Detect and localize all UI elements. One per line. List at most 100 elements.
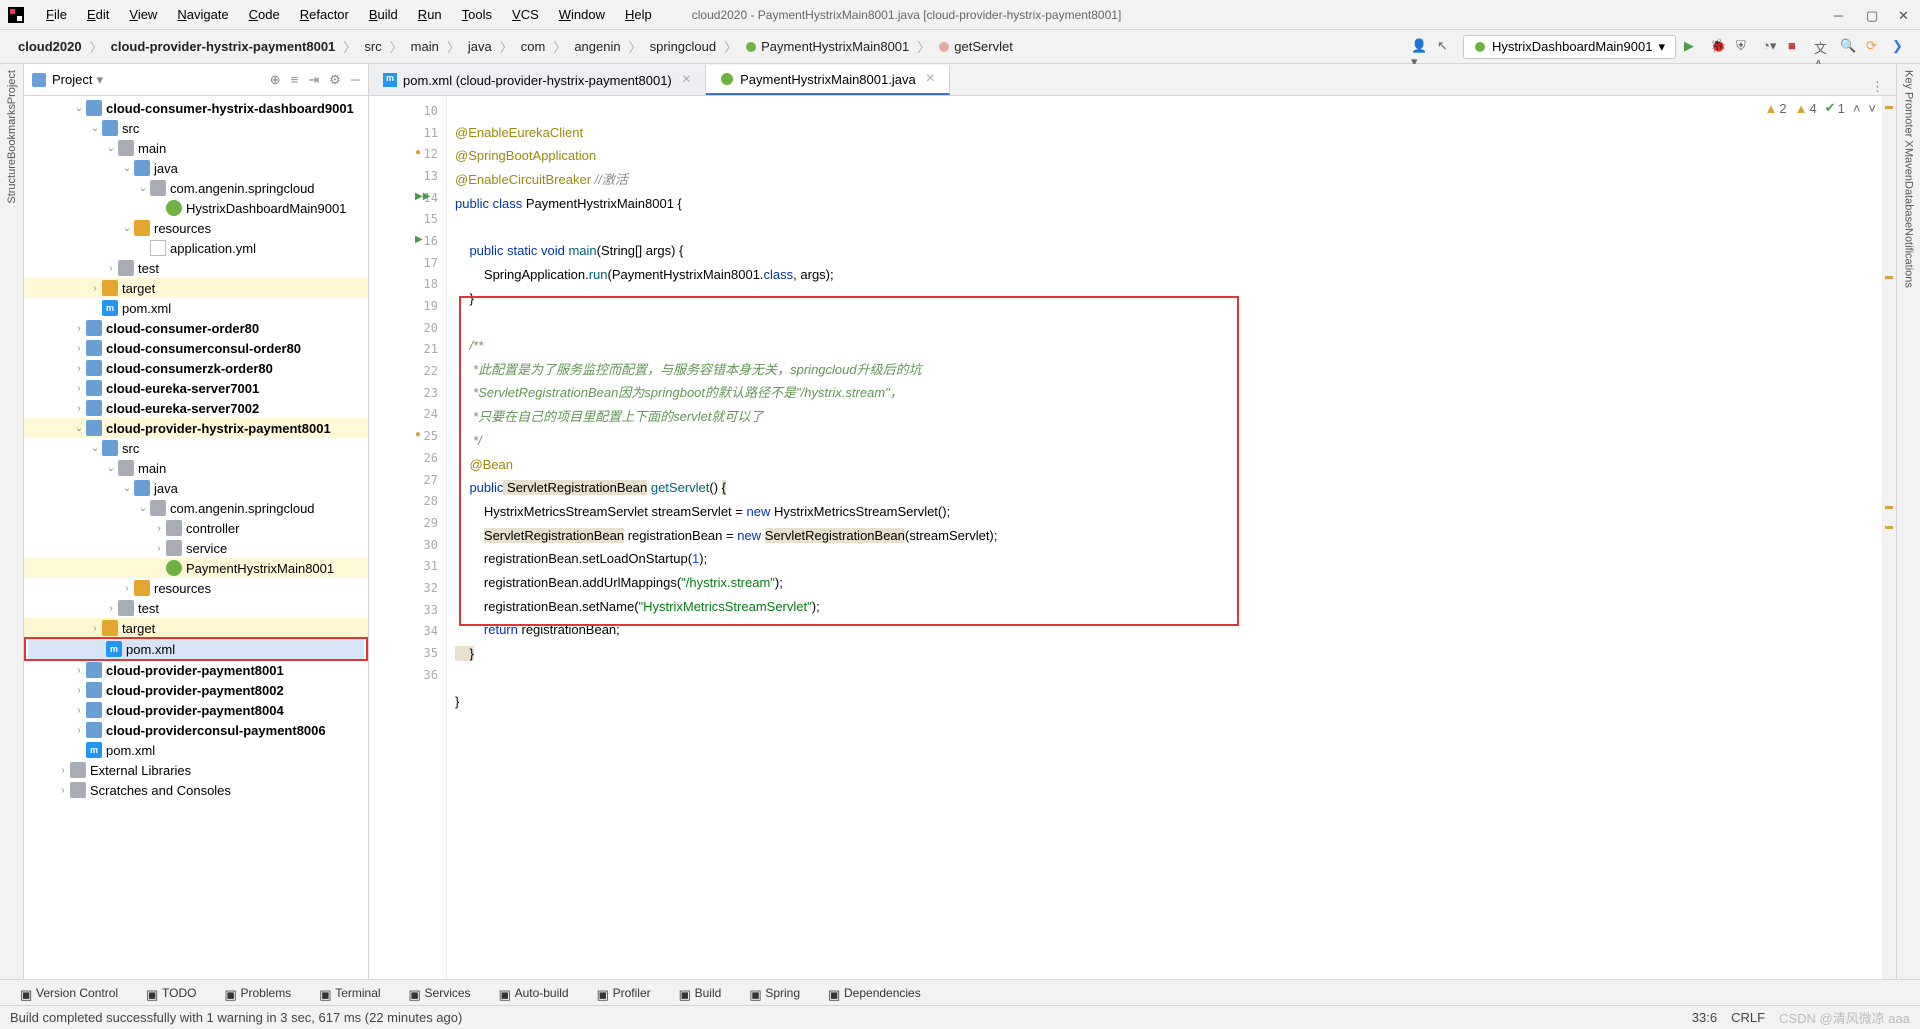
gutter-line[interactable]: 24 [369,404,446,426]
sync-icon[interactable]: ⟳ [1866,38,1884,56]
gutter-marker-icon[interactable]: ● [415,429,429,443]
gutter-line[interactable]: 22 [369,360,446,382]
gutter-line[interactable]: 29 [369,512,446,534]
gutter-line[interactable]: 23 [369,382,446,404]
tree-item[interactable]: ›External Libraries [24,760,368,780]
user-icon[interactable]: 👤▾ [1411,38,1429,56]
more-icon[interactable]: ❯ [1892,38,1910,56]
menu-tools[interactable]: Tools [452,3,502,26]
tree-item[interactable]: ›cloud-provider-payment8004 [24,700,368,720]
editor-tab[interactable]: mpom.xml (cloud-provider-hystrix-payment… [369,65,706,95]
tree-item[interactable]: ›target [24,278,368,298]
tree-expander-icon[interactable]: › [72,665,86,676]
tree-expander-icon[interactable]: ⌄ [104,463,118,474]
tabs-more-icon[interactable]: ⋮ [1859,79,1896,95]
code-editor[interactable]: @EnableEurekaClient @SpringBootApplicati… [447,96,1882,979]
tree-item[interactable]: ⌄src [24,438,368,458]
tree-expander-icon[interactable]: › [104,603,118,614]
tree-item[interactable]: ⌄com.angenin.springcloud [24,498,368,518]
tree-expander-icon[interactable]: › [72,383,86,394]
translate-icon[interactable]: 文A [1814,38,1832,56]
tree-item[interactable]: ›test [24,258,368,278]
tree-item[interactable]: ⌄java [24,158,368,178]
gutter-line[interactable]: 27 [369,469,446,491]
run-class-icon[interactable]: ▶▶ [415,191,429,205]
breadcrumb-item[interactable]: java [460,37,500,56]
chevron-down-icon[interactable]: ▾ [96,72,103,88]
caret-position[interactable]: 33:6 [1692,1010,1717,1025]
menu-help[interactable]: Help [615,3,662,26]
gutter-line[interactable]: 19 [369,295,446,317]
menu-file[interactable]: File [36,3,77,26]
breadcrumb-item[interactable]: cloud-provider-hystrix-payment8001 [103,37,344,56]
menu-vcs[interactable]: VCS [502,3,549,26]
tab-close-icon[interactable]: × [926,70,935,88]
tree-item[interactable]: ›cloud-consumer-order80 [24,318,368,338]
tree-item[interactable]: ⌄java [24,478,368,498]
gutter-line[interactable]: 28 [369,490,446,512]
up-icon[interactable]: ˄ [1853,101,1861,116]
tree-item[interactable]: PaymentHystrixMain8001 [24,558,368,578]
tree-item[interactable]: ›cloud-provider-payment8002 [24,680,368,700]
gutter-line[interactable]: 21 [369,339,446,361]
menu-build[interactable]: Build [359,3,408,26]
gutter-line[interactable]: 11 [369,122,446,144]
tree-item[interactable]: ›controller [24,518,368,538]
tree-item[interactable]: ⌄main [24,458,368,478]
debug-button[interactable]: 🐞 [1710,38,1728,56]
tree-expander-icon[interactable]: › [72,403,86,414]
menu-edit[interactable]: Edit [77,3,119,26]
down-icon[interactable]: ˅ [1868,101,1876,116]
gutter-line[interactable]: 17 [369,252,446,274]
gutter-line[interactable]: 36 [369,664,446,686]
coverage-button[interactable]: ⛨ [1736,38,1754,56]
gutter-line[interactable]: 12● [369,143,446,165]
tool-window-button[interactable]: ▣Spring [739,984,810,1002]
gutter-line[interactable]: 25● [369,425,446,447]
tool-window-button[interactable]: ▣Problems [215,984,302,1002]
close-button[interactable]: ✕ [1898,8,1912,22]
tool-window-button[interactable]: ▣Version Control [10,984,128,1002]
gutter-line[interactable]: 33 [369,599,446,621]
tree-item[interactable]: ⌄cloud-provider-hystrix-payment8001 [24,418,368,438]
tree-expander-icon[interactable]: › [72,343,86,354]
tree-item[interactable]: ›cloud-consumerconsul-order80 [24,338,368,358]
tree-item[interactable]: ›cloud-providerconsul-payment8006 [24,720,368,740]
breadcrumb-item[interactable]: cloud2020 [10,37,90,56]
tool-window-button[interactable]: ▣TODO [136,984,206,1002]
tool-window-button[interactable]: ▣Auto-build [489,984,579,1002]
gear-icon[interactable]: ⚙ [329,72,341,88]
editor-scrollbar[interactable] [1882,96,1896,979]
gutter-line[interactable]: 26 [369,447,446,469]
tree-item[interactable]: ⌄resources [24,218,368,238]
search-icon[interactable]: 🔍 [1840,38,1858,56]
menu-run[interactable]: Run [408,3,452,26]
gutter-line[interactable]: 16▶ [369,230,446,252]
rail-button[interactable]: Notifications [1903,228,1915,288]
editor-tab[interactable]: PaymentHystrixMain8001.java× [706,65,950,95]
tree-expander-icon[interactable]: › [72,685,86,696]
tree-expander-icon[interactable]: › [56,765,70,776]
gutter-line[interactable]: 31 [369,555,446,577]
tree-item[interactable]: ›resources [24,578,368,598]
tree-expander-icon[interactable]: › [104,263,118,274]
expand-all-icon[interactable]: ≡ [291,72,299,88]
tab-close-icon[interactable]: × [682,71,691,89]
tree-item[interactable]: HystrixDashboardMain9001 [24,198,368,218]
tree-item[interactable]: ›cloud-consumerzk-order80 [24,358,368,378]
menu-view[interactable]: View [119,3,167,26]
gutter-line[interactable]: 18 [369,274,446,296]
tree-expander-icon[interactable]: ⌄ [120,483,134,494]
tool-window-button[interactable]: ▣Profiler [587,984,661,1002]
tree-item[interactable]: ⌄com.angenin.springcloud [24,178,368,198]
line-separator[interactable]: CRLF [1731,1010,1765,1025]
tree-item[interactable]: ›service [24,538,368,558]
minimize-button[interactable]: ─ [1834,8,1848,22]
tree-expander-icon[interactable]: ⌄ [136,183,150,194]
project-tree[interactable]: ⌄cloud-consumer-hystrix-dashboard9001⌄sr… [24,96,368,979]
breadcrumb-item[interactable]: PaymentHystrixMain8001 [737,37,917,56]
tree-item[interactable]: ›cloud-provider-payment8001 [24,660,368,680]
tree-expander-icon[interactable]: ⌄ [88,443,102,454]
tool-window-button[interactable]: ▣Dependencies [818,984,931,1002]
hide-icon[interactable]: ─ [351,72,360,88]
